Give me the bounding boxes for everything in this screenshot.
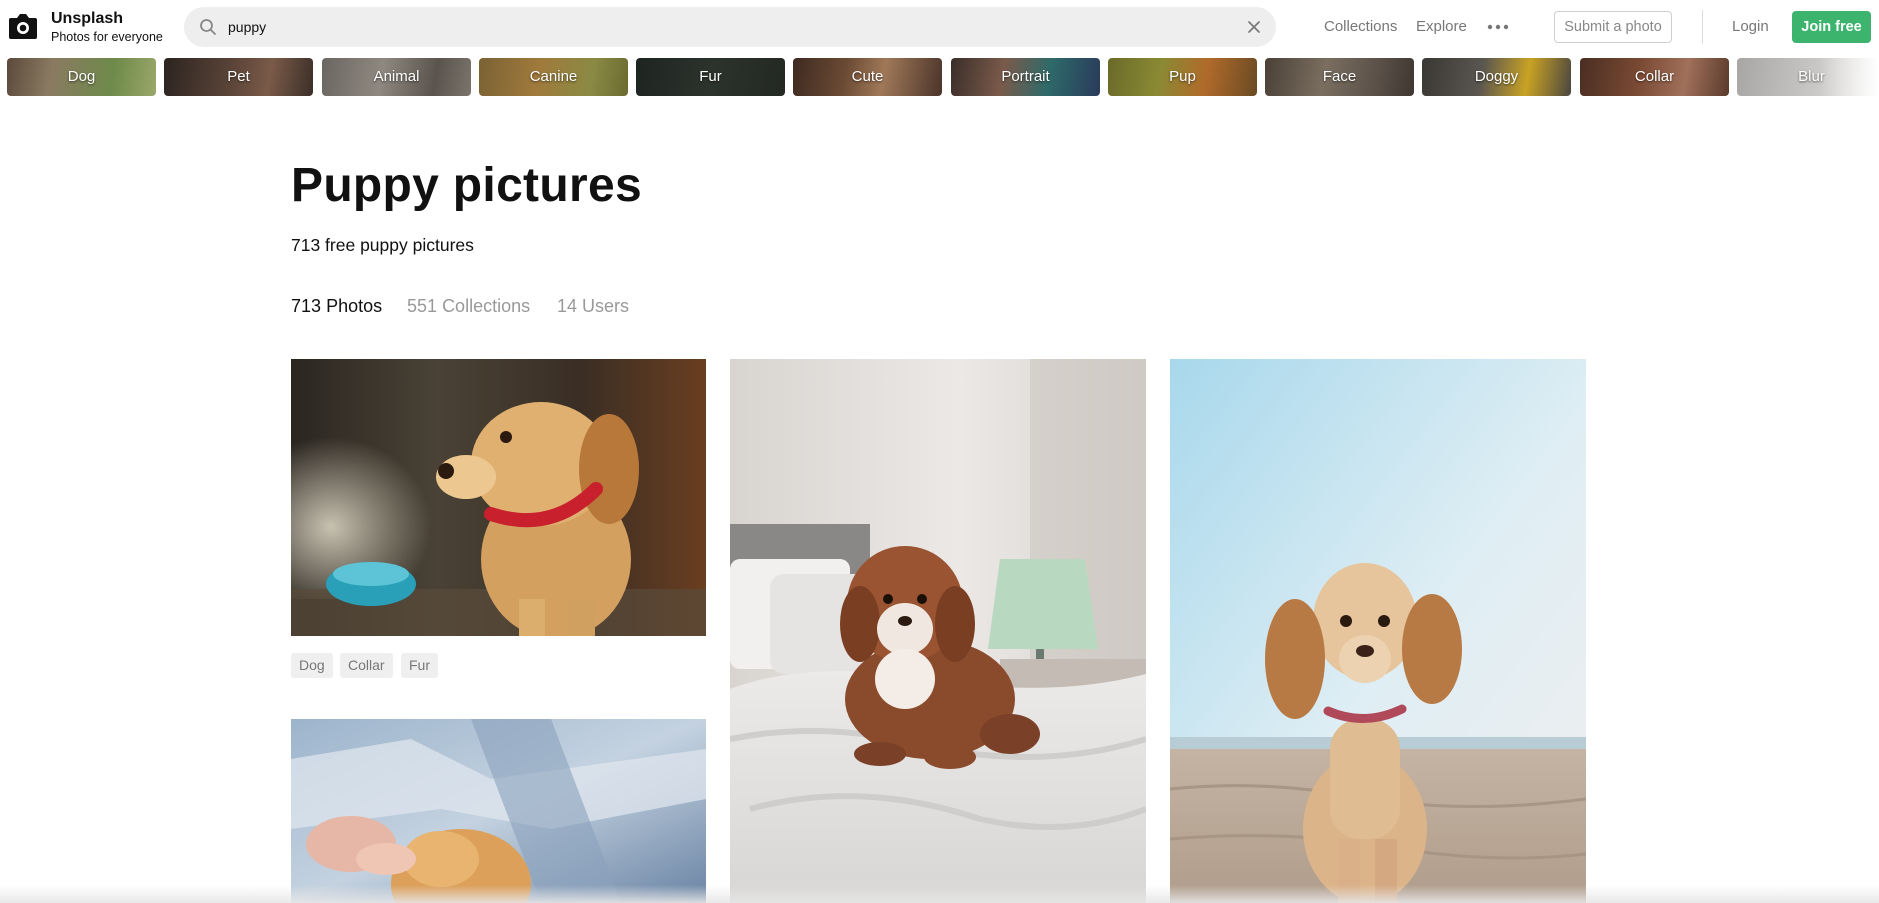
tab-collections[interactable]: 551 Collections — [407, 296, 530, 317]
strip-fade — [1819, 58, 1879, 96]
photo-spaniel-beach[interactable] — [1170, 359, 1586, 903]
related-tag-canine[interactable]: Canine — [479, 58, 628, 96]
photo-tag[interactable]: Fur — [401, 653, 438, 678]
brand-name: Unsplash — [51, 10, 124, 27]
related-tag-label: Doggy — [1474, 68, 1519, 85]
related-tag-label: Pet — [227, 68, 250, 85]
photo-sleeping-puppy[interactable] — [291, 719, 706, 903]
related-tag-label: Animal — [373, 68, 420, 85]
search-input[interactable] — [228, 15, 1188, 39]
related-tag-label: Fur — [699, 68, 722, 85]
tab-photos[interactable]: 713 Photos — [291, 296, 382, 317]
tab-count: 14 — [557, 296, 578, 316]
photo-tag[interactable]: Collar — [340, 653, 393, 678]
search-bar — [184, 7, 1276, 47]
brand[interactable]: Unsplash Photos for everyone — [51, 10, 163, 45]
page-subtitle: 713 free puppy pictures — [291, 235, 474, 255]
photo-image — [1170, 359, 1586, 903]
photo-curly-puppy-bed[interactable] — [730, 359, 1146, 903]
related-tag-label: Pup — [1169, 68, 1196, 85]
bottom-scroll-shade — [0, 885, 1879, 903]
related-tag-doggy[interactable]: Doggy — [1422, 58, 1571, 96]
header-divider — [1702, 10, 1703, 44]
related-tag-label: Collar — [1634, 68, 1675, 85]
brand-tagline: Photos for everyone — [51, 30, 163, 44]
related-tag-label: Cute — [851, 68, 884, 85]
photo-image — [291, 719, 706, 903]
photo-image — [291, 359, 706, 636]
related-tag-animal[interactable]: Animal — [322, 58, 471, 96]
more-options-icon[interactable] — [1487, 22, 1509, 32]
related-tag-label: Canine — [529, 68, 578, 85]
page-title: Puppy pictures — [291, 159, 642, 212]
related-tag-pet[interactable]: Pet — [164, 58, 313, 96]
related-searches-strip: Dog Pet Animal Canine Fur Cute Portrait … — [0, 58, 1879, 96]
related-tag-fur[interactable]: Fur — [636, 58, 785, 96]
submit-photo-button[interactable]: Submit a photo — [1554, 11, 1672, 43]
related-tag-pup[interactable]: Pup — [1108, 58, 1257, 96]
join-free-button[interactable]: Join free — [1792, 11, 1871, 43]
related-tag-label: Face — [1322, 68, 1357, 85]
clear-search-icon[interactable] — [1246, 19, 1262, 35]
photo-tag[interactable]: Dog — [291, 653, 333, 678]
related-tag-label: Dog — [67, 68, 96, 85]
login-link[interactable]: Login — [1732, 18, 1769, 35]
nav-explore-link[interactable]: Explore — [1416, 18, 1467, 35]
tab-label: Users — [582, 296, 630, 316]
nav-collections-link[interactable]: Collections — [1324, 18, 1397, 35]
top-header: Unsplash Photos for everyone Collections… — [0, 0, 1879, 54]
photo-image — [730, 359, 1146, 903]
tab-label: Photos — [326, 296, 383, 316]
tab-count: 551 — [407, 296, 438, 316]
tab-users[interactable]: 14 Users — [557, 296, 629, 317]
related-tag-dog[interactable]: Dog — [7, 58, 156, 96]
related-tag-label: Portrait — [1001, 68, 1050, 85]
related-tag-collar[interactable]: Collar — [1580, 58, 1729, 96]
related-tag-portrait[interactable]: Portrait — [951, 58, 1100, 96]
tab-label: Collections — [442, 296, 531, 316]
photo-golden-puppy[interactable] — [291, 359, 706, 636]
tab-count: 713 — [291, 296, 322, 316]
camera-logo-icon[interactable] — [6, 9, 40, 43]
search-icon[interactable] — [199, 18, 217, 36]
related-tag-cute[interactable]: Cute — [793, 58, 942, 96]
related-tag-face[interactable]: Face — [1265, 58, 1414, 96]
